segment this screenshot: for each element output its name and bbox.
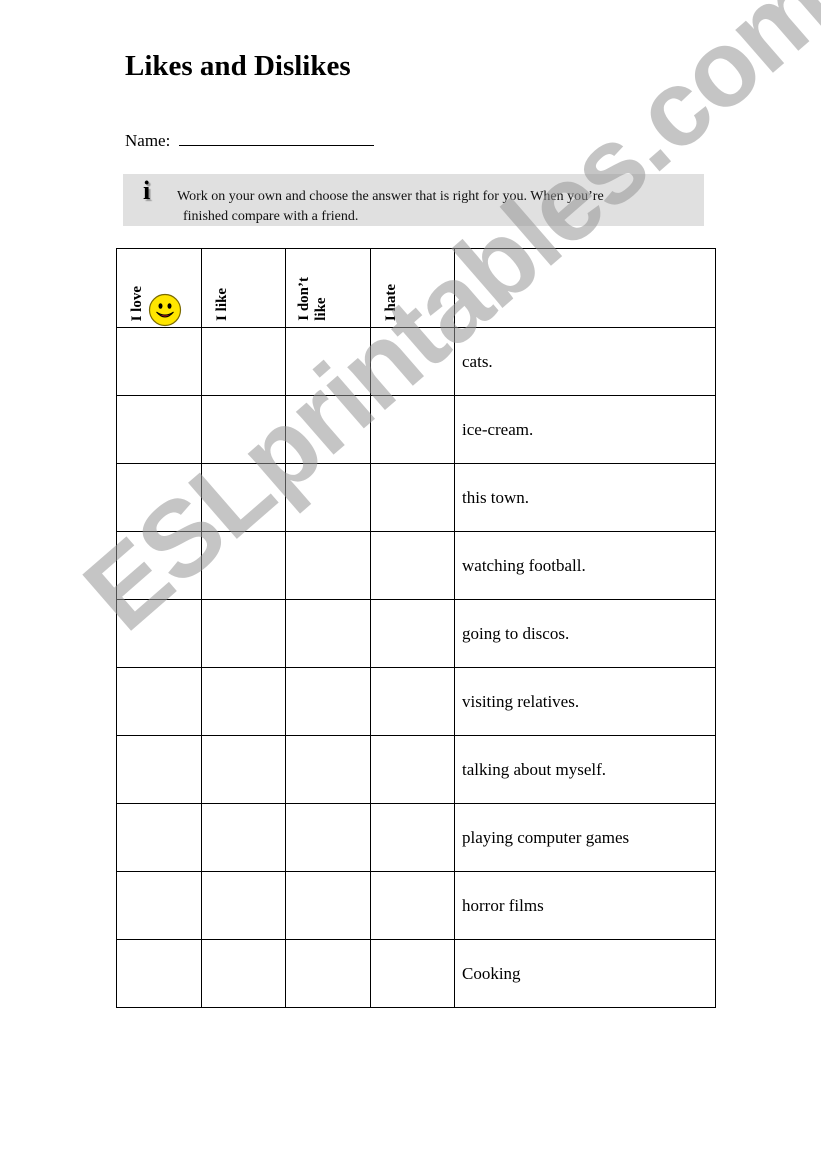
answer-cell-love[interactable] [116,667,202,736]
item-label: cats. [454,327,716,396]
answer-cell-like[interactable] [201,735,286,804]
item-label: ice-cream. [454,395,716,464]
table-row: Cooking [116,939,716,1008]
likes-table: I love I like I don’t like I hate cats. i… [116,248,716,1008]
item-label: horror films [454,871,716,940]
table-row: going to discos. [116,599,716,668]
answer-cell-hate[interactable] [370,531,455,600]
header-label: I hate [383,283,399,321]
answer-cell-love[interactable] [116,531,202,600]
table-row: playing computer games [116,803,716,872]
answer-cell-love[interactable] [116,871,202,940]
answer-cell-like[interactable] [201,599,286,668]
answer-cell-dont-like[interactable] [285,463,371,532]
instruction-box: i Work on your own and choose the answer… [123,174,704,226]
instruction-line-2: finished compare with a friend. [183,209,359,224]
answer-cell-love[interactable] [116,463,202,532]
answer-cell-love[interactable] [116,735,202,804]
name-field-row: Name: [125,129,374,151]
item-label: visiting relatives. [454,667,716,736]
header-i-dont-like: I don’t like [285,248,371,328]
header-label: I don’t like [296,277,329,321]
answer-cell-love[interactable] [116,599,202,668]
instruction-text: Work on your own and choose the answer t… [177,187,604,227]
item-label: Cooking [454,939,716,1008]
answer-cell-dont-like[interactable] [285,871,371,940]
answer-cell-hate[interactable] [370,667,455,736]
answer-cell-dont-like[interactable] [285,531,371,600]
answer-cell-dont-like[interactable] [285,735,371,804]
header-label: I like [214,288,230,321]
header-item [454,248,716,328]
table-row: ice-cream. [116,395,716,464]
answer-cell-love[interactable] [116,395,202,464]
item-label: going to discos. [454,599,716,668]
item-label: talking about myself. [454,735,716,804]
answer-cell-like[interactable] [201,463,286,532]
smiley-face-icon [148,293,182,327]
info-icon: i [143,176,151,205]
answer-cell-love[interactable] [116,327,202,396]
answer-cell-dont-like[interactable] [285,327,371,396]
name-blank-line[interactable] [178,129,374,146]
answer-cell-love[interactable] [116,939,202,1008]
name-label: Name: [125,131,171,150]
table-row: watching football. [116,531,716,600]
header-i-hate: I hate [370,248,455,328]
answer-cell-like[interactable] [201,395,286,464]
answer-cell-hate[interactable] [370,395,455,464]
header-i-like: I like [201,248,286,328]
answer-cell-like[interactable] [201,803,286,872]
table-row: this town. [116,463,716,532]
answer-cell-dont-like[interactable] [285,599,371,668]
table-row: cats. [116,327,716,396]
answer-cell-like[interactable] [201,939,286,1008]
answer-cell-like[interactable] [201,531,286,600]
answer-cell-dont-like[interactable] [285,395,371,464]
table-row: talking about myself. [116,735,716,804]
table-header-row: I love I like I don’t like I hate [116,248,716,328]
answer-cell-hate[interactable] [370,871,455,940]
answer-cell-hate[interactable] [370,939,455,1008]
answer-cell-hate[interactable] [370,463,455,532]
answer-cell-dont-like[interactable] [285,939,371,1008]
table-row: visiting relatives. [116,667,716,736]
worksheet-title: Likes and Dislikes [125,50,351,82]
answer-cell-like[interactable] [201,327,286,396]
item-label: playing computer games [454,803,716,872]
answer-cell-love[interactable] [116,803,202,872]
item-label: watching football. [454,531,716,600]
header-label: I love [129,285,145,321]
item-label: this town. [454,463,716,532]
instruction-line-1: Work on your own and choose the answer t… [177,189,604,204]
header-i-love: I love [116,248,202,328]
answer-cell-like[interactable] [201,871,286,940]
answer-cell-hate[interactable] [370,327,455,396]
answer-cell-hate[interactable] [370,599,455,668]
answer-cell-like[interactable] [201,667,286,736]
answer-cell-hate[interactable] [370,735,455,804]
answer-cell-dont-like[interactable] [285,667,371,736]
answer-cell-dont-like[interactable] [285,803,371,872]
table-row: horror films [116,871,716,940]
answer-cell-hate[interactable] [370,803,455,872]
